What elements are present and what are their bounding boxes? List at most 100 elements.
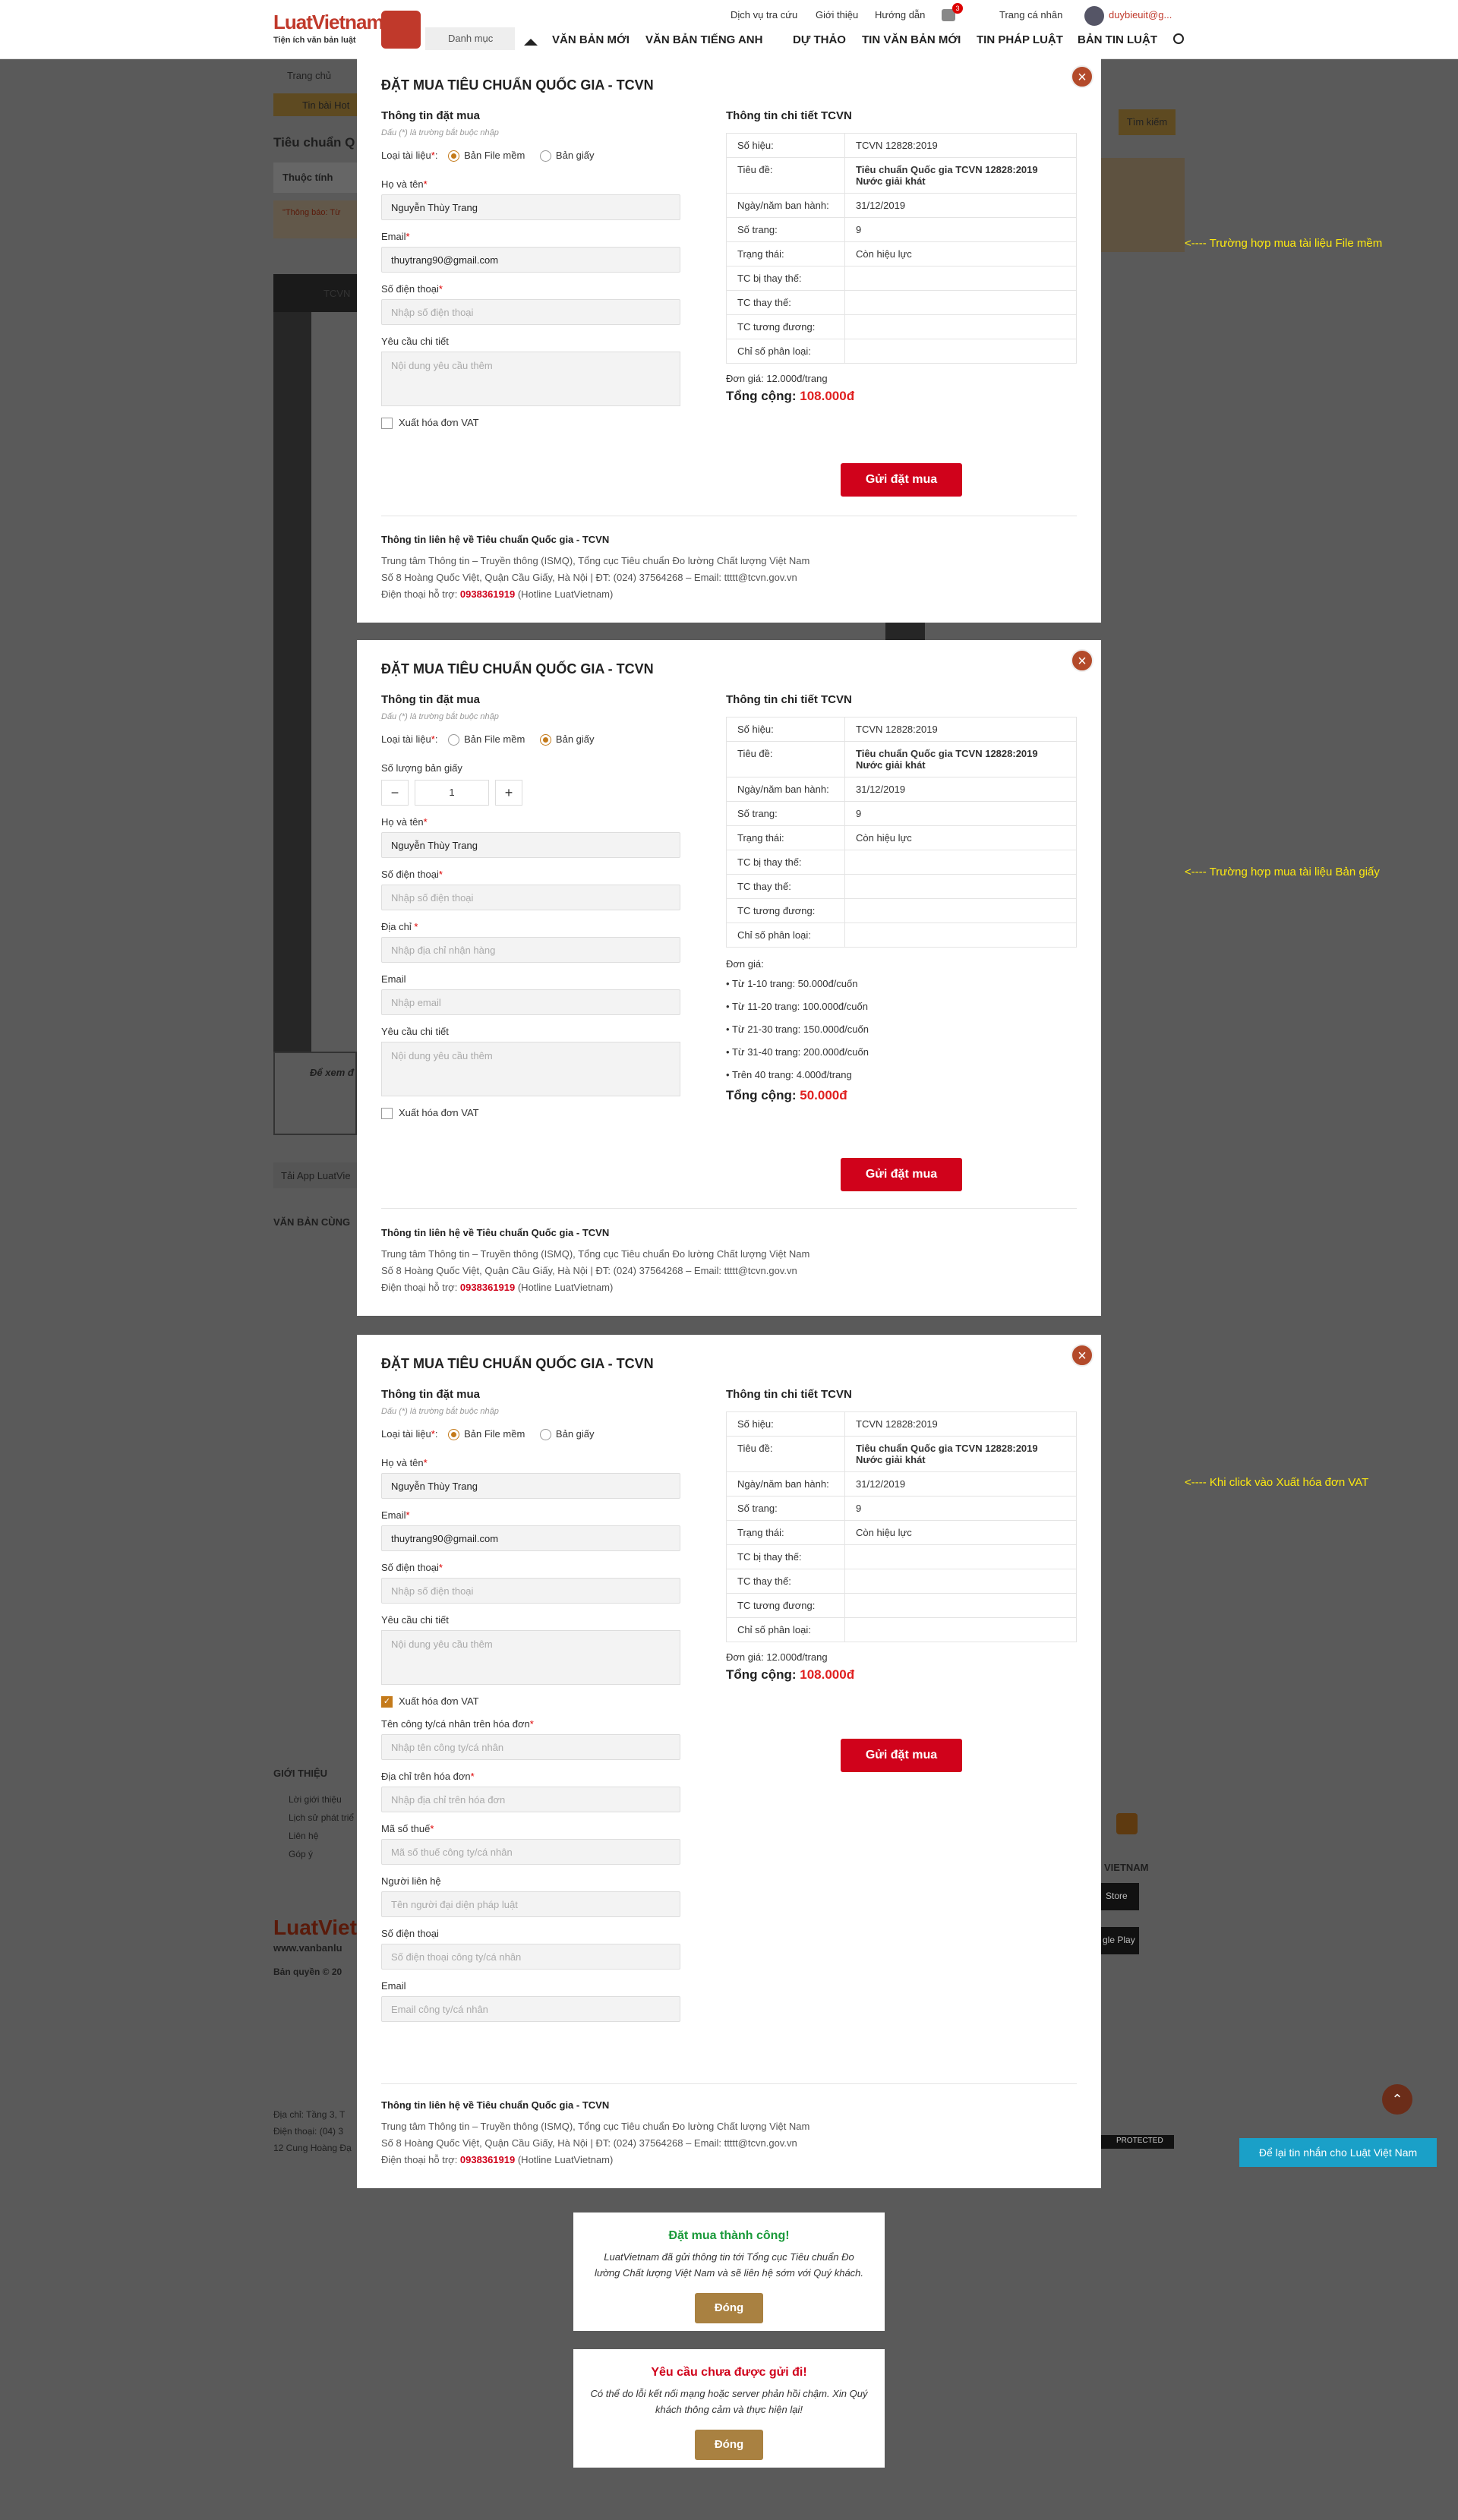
radio-paper[interactable]: Bản giấy — [539, 733, 595, 746]
app-download-bar[interactable]: Tải App LuatVie — [273, 1162, 357, 1188]
tab-properties[interactable]: Thuộc tính — [273, 162, 357, 193]
home-icon[interactable] — [524, 33, 538, 46]
radio-soft-file[interactable]: Bản File mềm — [448, 150, 525, 162]
email-field[interactable]: Nhập email — [381, 989, 680, 1016]
annotation-paper-copy: <---- Trường hợp mua tài liệu Bản giấy — [1185, 866, 1380, 878]
vat-checkbox[interactable]: Xuất hóa đơn VAT — [381, 1107, 680, 1120]
contact-info: Thông tin liên hệ về Tiêu chuẩn Quốc gia… — [381, 534, 810, 600]
address-field[interactable]: Nhập địa chỉ nhận hàng — [381, 937, 680, 964]
notification-badge: 3 — [952, 3, 963, 14]
close-icon[interactable]: × — [1071, 1344, 1094, 1367]
email-label: Email — [381, 231, 406, 243]
detail-row: Số hiệu: TCVN 12828:2019 — [726, 1411, 1077, 1437]
vat-field-label: Người liên hệ — [381, 1875, 441, 1888]
qty-minus-button[interactable]: − — [381, 780, 409, 806]
detail-textarea[interactable]: Nội dung yêu cầu thêm — [381, 1630, 680, 1686]
close-icon[interactable]: × — [1071, 649, 1094, 672]
required-hint: Dấu (*) là trường bắt buộc nhập — [381, 1407, 499, 1416]
detail-key: TC thay thế: — [726, 874, 845, 899]
detail-value: Còn hiệu lực — [844, 1520, 1077, 1545]
footer-link-history[interactable]: Lịch sử phát triể — [289, 1812, 354, 1823]
vat-field-input[interactable]: Tên người đại diện pháp luật — [381, 1891, 680, 1918]
qty-plus-button[interactable]: + — [495, 780, 522, 806]
footer-link-feedback[interactable]: Góp ý — [289, 1849, 313, 1859]
email-label: Email — [381, 1509, 406, 1522]
vat-field-label: Mã số thuế — [381, 1823, 431, 1835]
detail-key: Số hiệu: — [726, 133, 845, 158]
app-store-button[interactable]: Store — [1101, 1883, 1139, 1910]
vat-field-input[interactable]: Mã số thuế công ty/cá nhân — [381, 1839, 680, 1866]
submit-order-button[interactable]: Gửi đặt mua — [841, 1158, 962, 1191]
search-button[interactable]: Tìm kiếm — [1119, 109, 1176, 135]
site-logo[interactable]: LuatVietnam Tiện ích văn bản luật — [273, 11, 425, 55]
scroll-top-button[interactable]: ⌃ — [1382, 2084, 1412, 2115]
detail-table: Số hiệu: TCVN 12828:2019 Tiêu đề: Tiêu chuẩ… — [726, 717, 1077, 948]
detail-value — [844, 874, 1077, 899]
phone-field[interactable]: Nhập số điện thoại — [381, 1578, 680, 1604]
order-modal-vat: ĐẶT MUA TIÊU CHUẨN QUỐC GIA - TCVN × Thô… — [357, 1335, 1101, 2188]
detail-key: Số hiệu: — [726, 717, 845, 742]
vat-field-input[interactable]: Nhập địa chỉ trên hóa đơn — [381, 1787, 680, 1813]
error-dialog: Yêu cầu chưa được gửi đi! Có thể do lỗi … — [573, 2349, 885, 2468]
chat-message-button[interactable]: Để lại tin nhắn cho Luật Việt Nam — [1239, 2138, 1437, 2167]
nav-law-news[interactable]: TIN PHÁP LUẬT — [977, 33, 1063, 46]
nav-new-docs[interactable]: VĂN BẢN MỚI — [552, 33, 630, 46]
util-link-lookup[interactable]: Dịch vụ tra cứu — [731, 9, 797, 21]
search-icon[interactable] — [1173, 33, 1184, 44]
hotline-link[interactable]: 0938361919 — [460, 588, 515, 600]
vat-field-input[interactable]: Nhập tên công ty/cá nhân — [381, 1734, 680, 1761]
name-field[interactable]: Nguyễn Thùy Trang — [381, 832, 680, 859]
order-info-heading: Thông tin đặt mua — [381, 109, 480, 122]
radio-soft-file[interactable]: Bản File mềm — [448, 733, 525, 746]
nav-english-docs[interactable]: VĂN BẢN TIẾNG ANH — [645, 33, 762, 46]
close-icon[interactable]: × — [1071, 65, 1094, 88]
unit-price-value: 12.000 — [766, 1651, 797, 1663]
nav-drafts[interactable]: DỰ THẢO — [793, 33, 846, 46]
promo-banner[interactable] — [1101, 158, 1185, 252]
avatar[interactable] — [1084, 6, 1104, 26]
util-link-profile[interactable]: Trang cá nhân — [999, 9, 1062, 21]
phone-field[interactable]: Nhập số điện thoại — [381, 299, 680, 326]
related-docs-title: VĂN BẢN CÙNG — [273, 1216, 351, 1228]
user-account[interactable]: duybieuit@g... — [1109, 9, 1172, 21]
radio-paper[interactable]: Bản giấy — [539, 1428, 595, 1441]
rss-icon[interactable] — [1116, 1813, 1138, 1834]
detail-textarea[interactable]: Nội dung yêu cầu thêm — [381, 1042, 680, 1097]
footer-link-contact[interactable]: Liên hệ — [289, 1831, 318, 1841]
util-link-guide[interactable]: Hướng dẫn — [875, 9, 925, 21]
name-field[interactable]: Nguyễn Thùy Trang — [381, 1473, 680, 1500]
dmca-badge[interactable]: PROTECTED — [1101, 2135, 1174, 2149]
detail-key: Chỉ số phân loại: — [726, 339, 845, 364]
name-field[interactable]: Nguyễn Thùy Trang — [381, 194, 680, 221]
detail-row: Ngày/năm ban hành: 31/12/2019 — [726, 1471, 1077, 1497]
footer-link-intro[interactable]: Lời giới thiệu — [289, 1794, 342, 1805]
close-button[interactable]: Đóng — [695, 2430, 763, 2460]
qty-input[interactable]: 1 — [415, 780, 489, 806]
google-play-button[interactable]: gle Play — [1101, 1927, 1139, 1954]
submit-order-button[interactable]: Gửi đặt mua — [841, 463, 962, 497]
detail-key: Số hiệu: — [726, 1411, 845, 1437]
hotline-link[interactable]: 0938361919 — [460, 2154, 515, 2165]
radio-soft-file[interactable]: Bản File mềm — [448, 1428, 525, 1441]
submit-order-button[interactable]: Gửi đặt mua — [841, 1739, 962, 1772]
email-field[interactable]: thuytrang90@gmail.com — [381, 247, 680, 273]
nav-law-bulletin[interactable]: BẢN TIN LUẬT — [1078, 33, 1157, 46]
modal-title: ĐẶT MUA TIÊU CHUẨN QUỐC GIA - TCVN — [381, 661, 654, 677]
nav-new-doc-news[interactable]: TIN VĂN BẢN MỚI — [862, 33, 961, 46]
hot-news-label[interactable]: Tin bài Hot — [302, 99, 349, 111]
category-menu-button[interactable]: Danh mục — [425, 27, 515, 50]
radio-paper[interactable]: Bản giấy — [539, 150, 595, 162]
vat-field-input[interactable]: Số điện thoại công ty/cá nhân — [381, 1944, 680, 1970]
close-button[interactable]: Đóng — [695, 2293, 763, 2323]
util-link-about[interactable]: Giới thiệu — [816, 9, 858, 21]
vat-field-label: Email — [381, 1980, 406, 1992]
detail-textarea[interactable]: Nội dung yêu cầu thêm — [381, 352, 680, 407]
vat-checkbox[interactable]: ✓ Xuất hóa đơn VAT — [381, 1695, 680, 1708]
breadcrumb[interactable]: Trang chủ — [287, 70, 331, 81]
vat-checkbox[interactable]: Xuất hóa đơn VAT — [381, 417, 680, 430]
phone-field[interactable]: Nhập số điện thoại — [381, 885, 680, 911]
vat-field-input[interactable]: Email công ty/cá nhân — [381, 1996, 680, 2023]
email-field[interactable]: thuytrang90@gmail.com — [381, 1525, 680, 1552]
hotline-link[interactable]: 0938361919 — [460, 1282, 515, 1293]
detail-key: TC tương đương: — [726, 898, 845, 923]
